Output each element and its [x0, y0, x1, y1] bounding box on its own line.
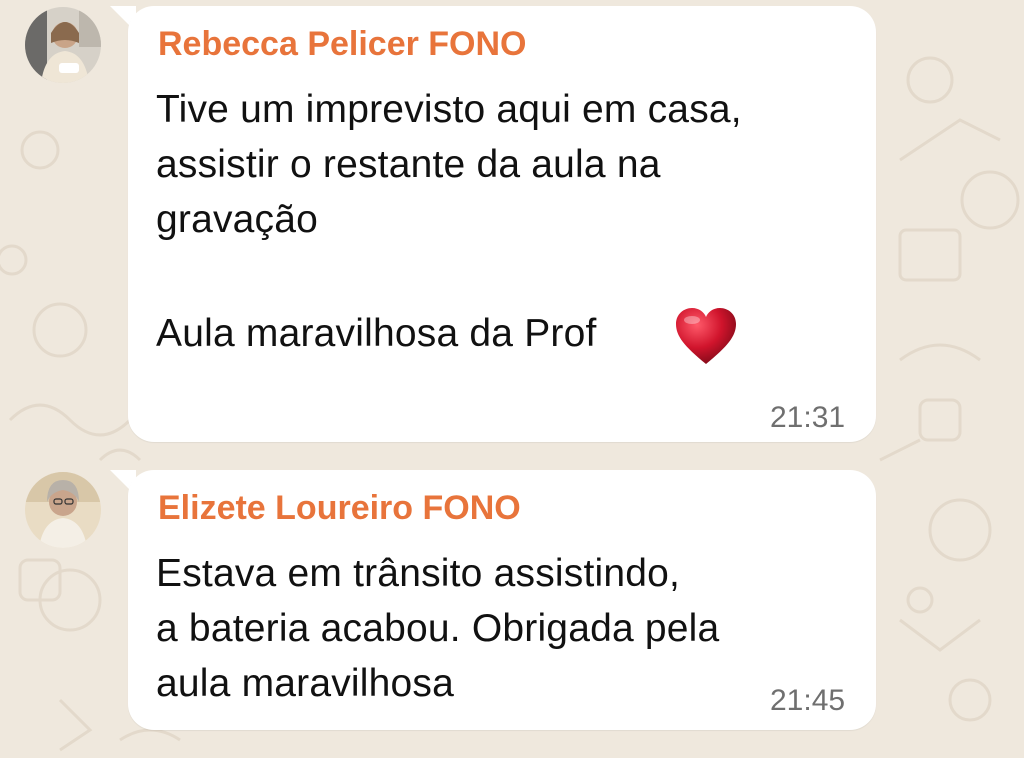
message-text-line: a bateria acabou. Obrigada pela: [156, 607, 720, 650]
message-text-line: Estava em trânsito assistindo,: [156, 552, 681, 595]
message-bubble[interactable]: Rebecca Pelicer FONO Tive um imprevisto …: [128, 6, 876, 442]
avatar-rebecca-image: [25, 7, 101, 83]
message-text-line: aula maravilhosa: [156, 662, 455, 705]
message-timestamp: 21:31: [770, 401, 846, 434]
message-text-line: Tive um imprevisto aqui em casa,: [156, 88, 742, 131]
sender-name[interactable]: Rebecca Pelicer FONO: [158, 25, 527, 64]
message-bubble[interactable]: Elizete Loureiro FONO Estava em trânsito…: [128, 470, 876, 730]
message-text-line: gravação: [156, 198, 319, 241]
message-text-line: Aula maravilhosa da Prof: [156, 312, 597, 355]
heart-emoji-icon: [676, 308, 736, 364]
sender-name[interactable]: Elizete Loureiro FONO: [158, 489, 521, 528]
avatar-elizete-image: [25, 472, 101, 548]
avatar-rebecca[interactable]: [25, 7, 101, 83]
message-text-line: assistir o restante da aula na: [156, 143, 661, 186]
message-timestamp: 21:45: [770, 684, 846, 717]
avatar-elizete[interactable]: [25, 472, 101, 548]
